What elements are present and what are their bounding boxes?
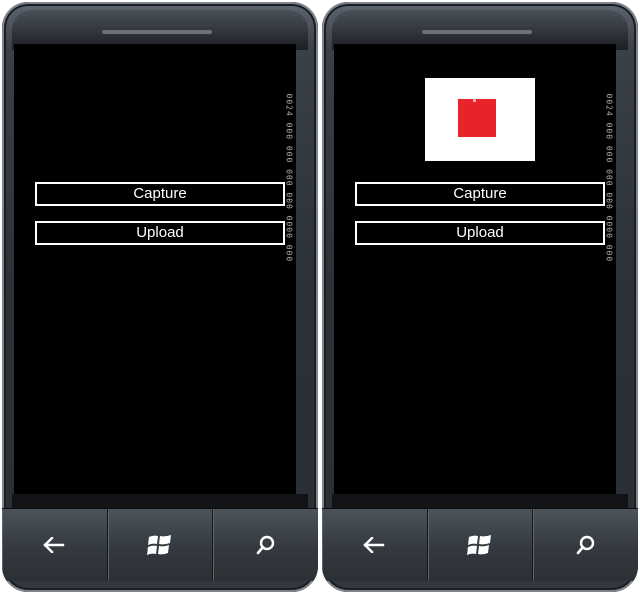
windows-logo-icon <box>467 535 491 555</box>
upload-button[interactable]: Upload <box>355 221 605 245</box>
start-button[interactable] <box>427 509 534 581</box>
phone-screen: 0024 000 000 000 000 0000 000 Capture Up… <box>14 44 296 494</box>
phone-lower-bezel <box>12 494 308 508</box>
frame-rate-counter: 0024 000 000 000 000 0000 000 <box>284 93 294 263</box>
search-button[interactable] <box>533 509 638 581</box>
phone-screen: 0024 000 000 000 000 0000 000 Capture Up… <box>334 44 616 494</box>
windows-logo-icon <box>147 535 171 555</box>
image-artifact-dot <box>473 99 476 102</box>
red-square-shape <box>458 99 496 137</box>
back-arrow-icon <box>363 537 385 553</box>
speaker-grille <box>422 30 532 34</box>
phone-lower-bezel <box>332 494 628 508</box>
upload-button[interactable]: Upload <box>35 221 285 245</box>
captured-image-preview <box>425 78 535 161</box>
back-arrow-icon <box>43 537 65 553</box>
speaker-grille <box>102 30 212 34</box>
hardware-nav-bar <box>2 508 318 581</box>
back-button[interactable] <box>2 509 108 581</box>
hardware-nav-bar <box>322 508 638 581</box>
phone-emulator-right: 0024 000 000 000 000 0000 000 Capture Up… <box>322 2 638 592</box>
search-button[interactable] <box>213 509 318 581</box>
search-icon <box>256 535 274 555</box>
back-button[interactable] <box>322 509 428 581</box>
capture-button[interactable]: Capture <box>35 182 285 206</box>
frame-rate-counter: 0024 000 000 000 000 0000 000 <box>604 93 614 263</box>
phone-emulator-left: 0024 000 000 000 000 0000 000 Capture Up… <box>2 2 318 592</box>
emulator-stage: 0024 000 000 000 000 0000 000 Capture Up… <box>0 0 640 595</box>
capture-button[interactable]: Capture <box>355 182 605 206</box>
start-button[interactable] <box>107 509 214 581</box>
search-icon <box>576 535 594 555</box>
